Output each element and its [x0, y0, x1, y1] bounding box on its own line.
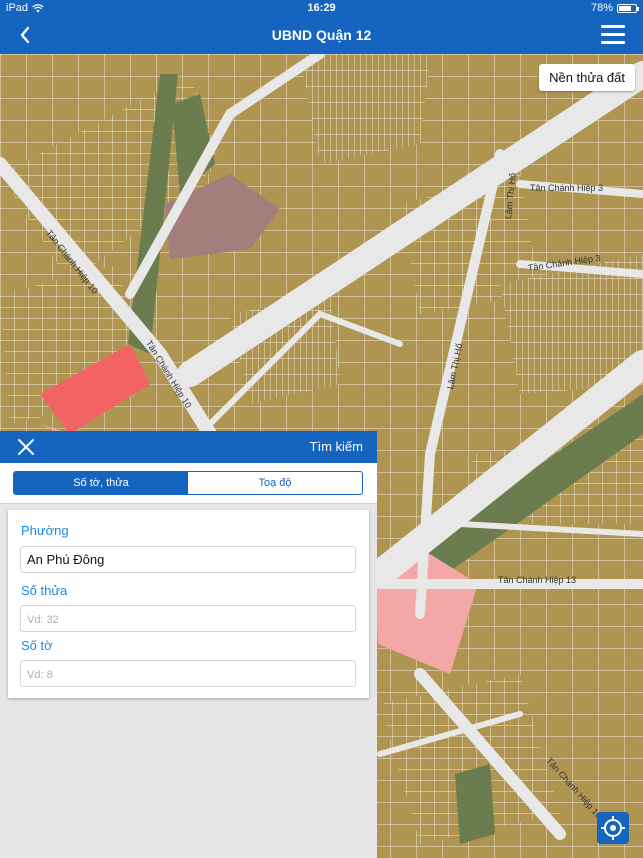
sheet-number-label: Số tờ [21, 638, 53, 653]
search-form: Phường Số thửa Số tờ [8, 510, 369, 698]
locate-button[interactable] [597, 812, 629, 844]
parcel-layer-button[interactable]: Nền thửa đất [539, 64, 635, 91]
close-button[interactable] [16, 437, 36, 457]
street-label: Tân Chánh Hiệp 3 [530, 183, 604, 193]
parcel-number-field[interactable] [20, 605, 356, 632]
menu-button[interactable] [601, 25, 625, 45]
crosshair-icon [601, 816, 625, 840]
street-label: Tân Chánh Hiệp 13 [498, 575, 577, 585]
page-title: UBND Quận 12 [271, 27, 372, 43]
hamburger-icon-line [601, 33, 625, 36]
status-bar: iPad 16:29 78% [0, 0, 643, 17]
tab-sheet-parcel[interactable]: Số tờ, thửa [14, 472, 188, 494]
close-icon [18, 439, 34, 455]
tab-coordinates[interactable]: Toạ độ [188, 472, 362, 494]
nav-bar: UBND Quận 12 [0, 17, 643, 54]
battery-percent: 78% [590, 2, 613, 14]
search-panel-title: Tìm kiếm [309, 439, 363, 454]
search-mode-bar: Số tờ, thửa Toạ độ [0, 463, 377, 504]
search-panel-header: Tìm kiếm [0, 431, 377, 463]
search-panel: Tìm kiếm Số tờ, thửa Toạ độ Phường Số th… [0, 431, 377, 858]
hamburger-icon-line [601, 41, 625, 44]
battery-icon [617, 3, 639, 13]
ward-field[interactable] [20, 546, 356, 573]
sheet-number-field[interactable] [20, 660, 356, 687]
status-time: 16:29 [307, 2, 336, 14]
parcel-number-label: Số thửa [21, 583, 68, 598]
hamburger-icon-line [601, 25, 625, 28]
battery-fill [619, 5, 632, 11]
search-mode-segmented: Số tờ, thửa Toạ độ [13, 471, 363, 495]
ward-label: Phường [21, 523, 69, 538]
